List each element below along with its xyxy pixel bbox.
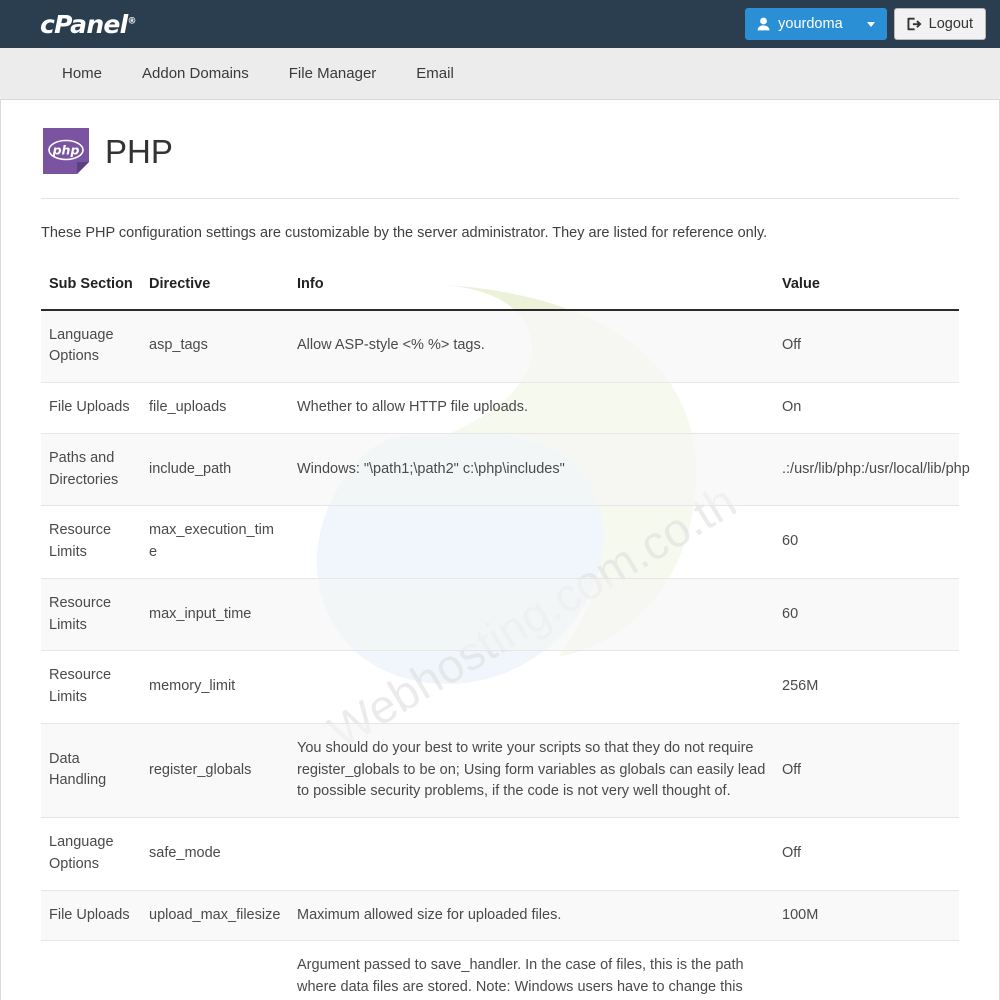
chevron-down-icon: [866, 21, 875, 27]
cell-value: 256M: [774, 650, 959, 724]
page-title: PHP: [105, 132, 173, 170]
cpanel-php-page: cPanel® yourdoma Logout Home Addon Domai…: [0, 0, 1000, 1000]
svg-text:php: php: [52, 143, 80, 158]
cell-directive: max_input_time: [141, 578, 289, 652]
cell-value: Off: [774, 309, 959, 384]
cell-directive: asp_tags: [141, 309, 289, 384]
cell-sub-section: File Uploads: [41, 382, 141, 434]
cell-sub-section: Resource Limits: [41, 650, 141, 724]
cell-sub-section: Paths and Directories: [41, 433, 141, 507]
logout-button[interactable]: Logout: [893, 8, 986, 40]
cell-info: Allow ASP-style <% %> tags.: [289, 309, 774, 384]
cell-info: Maximum allowed size for uploaded files.: [289, 890, 774, 942]
cell-sub-section: Resource Limits: [41, 578, 141, 652]
cell-value: On: [774, 382, 959, 434]
column-header-directive: Directive: [141, 267, 289, 311]
sign-out-icon: [907, 17, 922, 31]
cell-sub-section: Data Handling: [41, 723, 141, 819]
user-menu-label: yourdoma: [778, 16, 843, 32]
table-body: Language Options asp_tags Allow ASP-styl…: [41, 309, 970, 1000]
column-header-value: Value: [774, 267, 959, 311]
page-content: Webhosting.com.co.th php PHP These PHP c…: [0, 100, 1000, 1000]
table-row: Language Options safe_mode Off: [41, 817, 959, 891]
nav-item-file-manager[interactable]: File Manager: [269, 48, 397, 100]
nav-item-addon-domains[interactable]: Addon Domains: [122, 48, 269, 100]
header-actions: yourdoma Logout: [745, 8, 986, 40]
cpanel-logo-text: cPanel: [40, 9, 128, 39]
cell-directive: upload_max_filesize: [141, 890, 289, 942]
content-inner: php PHP These PHP configuration settings…: [1, 100, 999, 1000]
cell-info: Windows: "\path1;\path2" c:\php\includes…: [289, 433, 774, 507]
cell-value: /tmp: [774, 940, 959, 1000]
cell-info: Argument passed to save_handler. In the …: [289, 940, 774, 1000]
table-row: Paths and Directories include_path Windo…: [41, 433, 970, 507]
cell-info: Whether to allow HTTP file uploads.: [289, 382, 774, 434]
cell-info: You should do your best to write your sc…: [289, 723, 774, 819]
cell-directive: include_path: [141, 433, 289, 507]
cell-value: Off: [774, 723, 959, 819]
cell-value: .:/usr/lib/php:/usr/local/lib/php: [774, 433, 970, 507]
table-row: Data Handling register_globals You shoul…: [41, 723, 959, 819]
table-header-row: Sub Section Directive Info Value: [41, 267, 959, 311]
table-row: Resource Limits memory_limit 256M: [41, 650, 959, 724]
cell-value: 60: [774, 578, 959, 652]
column-header-sub-section: Sub Section: [41, 267, 141, 311]
column-header-info: Info: [289, 267, 774, 311]
page-header: php PHP: [41, 100, 959, 199]
cell-sub-section: Language Options: [41, 309, 141, 384]
php-directives-table: Sub Section Directive Info Value Languag…: [41, 267, 970, 1000]
intro-text: These PHP configuration settings are cus…: [41, 225, 768, 241]
table-header: Sub Section Directive Info Value: [41, 267, 959, 311]
top-header-bar: cPanel® yourdoma Logout: [0, 0, 1000, 48]
cpanel-logo-trademark: ®: [127, 16, 137, 27]
php-icon: php: [43, 128, 89, 174]
main-navigation: Home Addon Domains File Manager Email: [0, 48, 1000, 100]
nav-item-home[interactable]: Home: [42, 48, 122, 100]
cpanel-logo[interactable]: cPanel®: [40, 9, 137, 39]
table-row: main session.save_path Argument passed t…: [41, 940, 959, 1000]
cell-info: [289, 578, 774, 652]
cell-info: [289, 817, 774, 891]
cell-value: 60: [774, 505, 959, 579]
cell-info: [289, 650, 774, 724]
table-row: Resource Limits max_input_time 60: [41, 578, 959, 652]
cell-directive: file_uploads: [141, 382, 289, 434]
cell-directive: max_execution_time: [141, 505, 289, 579]
cell-directive: register_globals: [141, 723, 289, 819]
table-row: File Uploads upload_max_filesize Maximum…: [41, 890, 959, 942]
table-row: Resource Limits max_execution_time 60: [41, 505, 959, 579]
cell-directive: session.save_path: [141, 940, 289, 1000]
table-row: Language Options asp_tags Allow ASP-styl…: [41, 309, 959, 384]
cell-value: 100M: [774, 890, 959, 942]
cell-sub-section: Resource Limits: [41, 505, 141, 579]
cell-info: [289, 505, 774, 579]
cell-directive: safe_mode: [141, 817, 289, 891]
table-row: File Uploads file_uploads Whether to all…: [41, 382, 959, 434]
nav-item-email[interactable]: Email: [396, 48, 474, 100]
cell-value: Off: [774, 817, 959, 891]
cell-directive: memory_limit: [141, 650, 289, 724]
cell-sub-section: Language Options: [41, 817, 141, 891]
cell-sub-section: File Uploads: [41, 890, 141, 942]
user-menu-button[interactable]: yourdoma: [745, 8, 887, 40]
logout-label: Logout: [928, 16, 973, 32]
user-icon: [757, 17, 770, 31]
cell-sub-section: main: [41, 940, 141, 1000]
